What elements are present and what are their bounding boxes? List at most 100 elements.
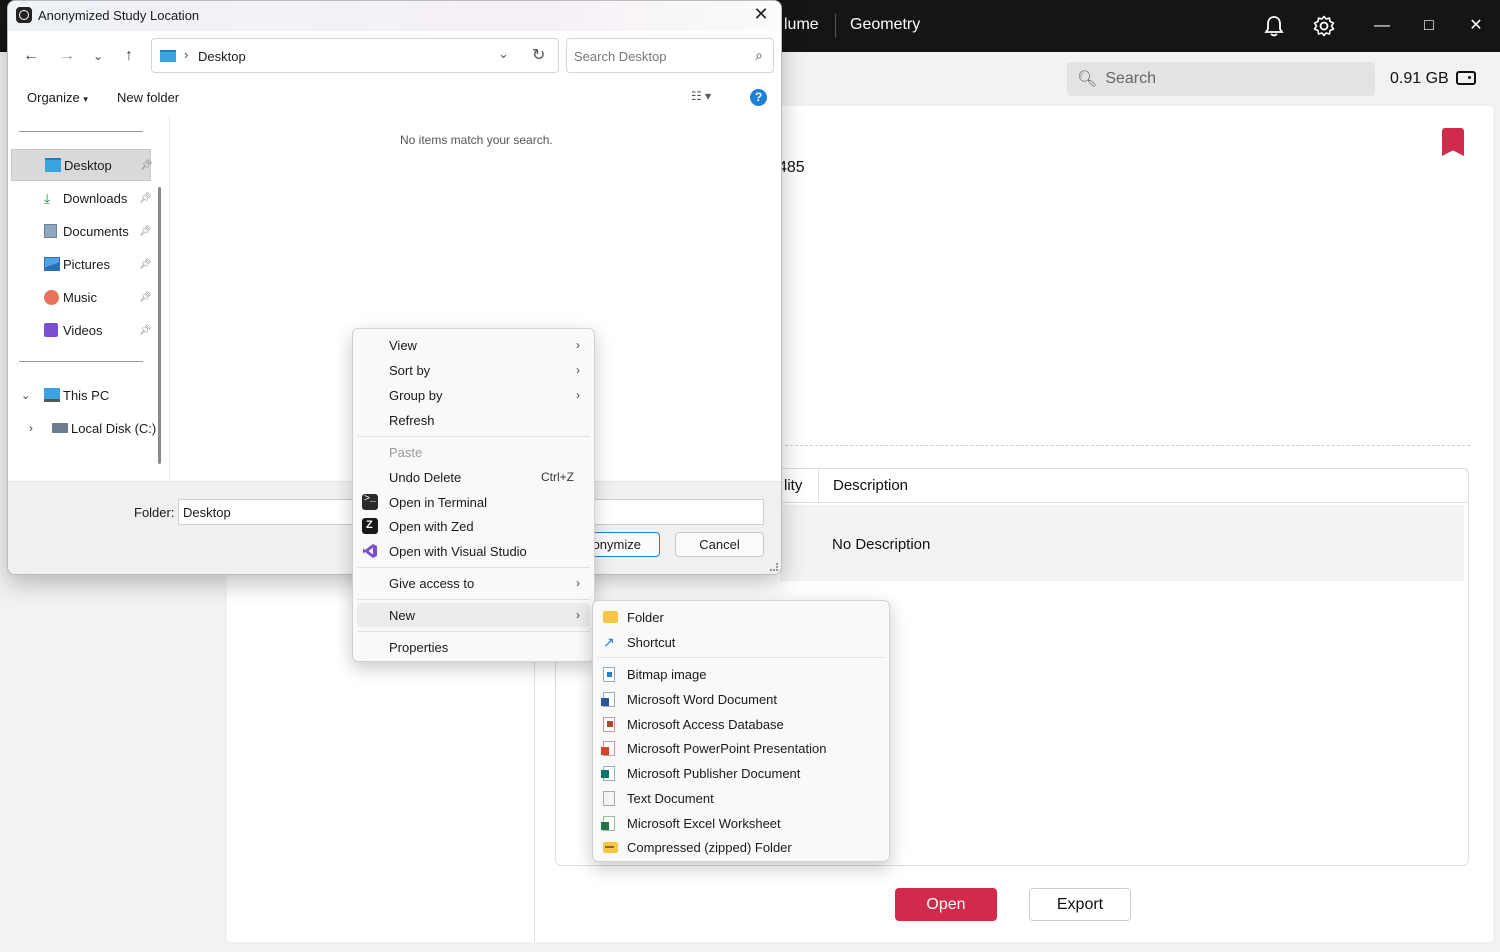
cancel-button[interactable]: Cancel — [675, 532, 764, 557]
excel-worksheet-icon — [601, 815, 615, 831]
submenu-arrow-icon: › — [576, 576, 580, 590]
expand-chevron-icon[interactable]: ⌄ — [21, 389, 30, 402]
export-button[interactable]: Export — [1029, 888, 1131, 921]
shortcut-arrow-icon: ↗ — [603, 633, 615, 650]
new-item-word[interactable]: Microsoft Word Document — [597, 687, 885, 711]
app-search-input[interactable]: 🔍︎ Search — [1067, 62, 1375, 96]
submenu-arrow-icon: › — [576, 363, 580, 377]
new-item-folder[interactable]: Folder — [597, 605, 885, 629]
gear-icon[interactable] — [1311, 13, 1337, 39]
organize-menu[interactable]: Organize ▾ — [27, 90, 88, 105]
menu-item-open-terminal[interactable]: >_ Open in Terminal — [357, 490, 590, 514]
search-desktop-input[interactable]: Search Desktop ⌕ — [566, 38, 774, 73]
view-options-icon[interactable]: ☷ ▾ — [691, 89, 711, 103]
nav-item-documents[interactable]: Documents 📌︎ — [11, 215, 152, 247]
column-header-description[interactable]: Description — [833, 477, 908, 494]
nav-item-downloads[interactable]: ⤓ Downloads 📌︎ — [11, 182, 152, 214]
nav-divider — [19, 361, 143, 362]
chevron-down-icon: ▾ — [83, 94, 88, 104]
forward-arrow-icon[interactable]: → — [56, 45, 78, 67]
menu-item-sort-by[interactable]: Sort by › — [357, 358, 590, 382]
new-item-bitmap[interactable]: Bitmap image — [597, 662, 885, 686]
pin-icon[interactable]: 📌︎ — [139, 325, 152, 336]
nav-item-this-pc[interactable]: ⌄ This PC — [11, 379, 151, 411]
menu-item-open-visual-studio[interactable]: Open with Visual Studio — [357, 539, 590, 563]
folder-icon — [603, 611, 618, 623]
menu-separator — [357, 599, 590, 600]
bell-icon[interactable] — [1261, 13, 1287, 39]
new-item-excel[interactable]: Microsoft Excel Worksheet — [597, 811, 885, 835]
recent-chevron-icon[interactable]: ⌄ — [87, 45, 109, 67]
menu-item-paste[interactable]: Paste — [357, 440, 590, 464]
videos-icon — [44, 323, 58, 337]
new-item-text[interactable]: Text Document — [597, 786, 885, 810]
drive-icon[interactable] — [1456, 71, 1476, 85]
nav-item-videos[interactable]: Videos 📌︎ — [11, 314, 152, 346]
column-header-modality[interactable]: lity — [784, 477, 802, 494]
nav-label: Local Disk (C:) — [71, 420, 157, 436]
menu-item-open-zed[interactable]: Z Open with Zed — [357, 514, 590, 538]
address-bar[interactable]: › Desktop ⌄ ↻ — [151, 38, 559, 73]
collapse-chevron-icon[interactable]: › — [29, 421, 33, 435]
menu-label: Group by — [389, 387, 443, 403]
menu-label: Microsoft PowerPoint Presentation — [627, 740, 827, 756]
music-icon — [44, 289, 59, 305]
maximize-icon[interactable]: □ — [1417, 14, 1441, 38]
open-button[interactable]: Open — [895, 888, 997, 921]
menu-item-new[interactable]: New › — [357, 603, 590, 627]
menu-label: Microsoft Excel Worksheet — [627, 815, 781, 831]
menu-label: Compressed (zipped) Folder — [627, 839, 792, 855]
pin-icon[interactable]: 📌︎ — [139, 292, 152, 303]
visual-studio-icon — [362, 543, 378, 559]
menu-label: Microsoft Access Database — [627, 716, 784, 732]
zip-folder-icon — [603, 842, 618, 853]
new-item-shortcut[interactable]: ↗ Shortcut — [597, 630, 885, 654]
menu-item-refresh[interactable]: Refresh — [357, 408, 590, 432]
close-icon[interactable]: ✕ — [1464, 14, 1488, 38]
address-dropdown-icon[interactable]: ⌄ — [498, 46, 509, 62]
nav-item-pictures[interactable]: Pictures 📌︎ — [11, 248, 152, 280]
new-item-zip[interactable]: Compressed (zipped) Folder — [597, 835, 885, 859]
anonymize-label: onymize — [592, 537, 641, 552]
menu-label: Shortcut — [627, 634, 676, 650]
tab-volume[interactable]: lume — [784, 16, 819, 34]
desktop-folder-icon — [160, 50, 176, 62]
new-folder-button[interactable]: New folder — [117, 90, 179, 105]
downloads-icon: ⤓ — [44, 190, 51, 206]
publisher-icon — [601, 765, 615, 781]
refresh-icon[interactable]: ↻ — [532, 45, 545, 65]
nav-item-music[interactable]: Music 📌︎ — [11, 281, 152, 313]
pin-icon[interactable]: 📌︎ — [140, 160, 153, 171]
menu-label: Open with Visual Studio — [389, 543, 527, 559]
nav-item-local-disk[interactable]: › Local Disk (C:) — [11, 412, 161, 444]
tab-geometry[interactable]: Geometry — [850, 16, 920, 34]
nav-scrollbar[interactable] — [158, 187, 161, 464]
menu-label: New — [389, 607, 416, 623]
minimize-icon[interactable]: — — [1370, 14, 1394, 38]
menu-item-properties[interactable]: Properties — [357, 635, 590, 659]
up-arrow-icon[interactable]: ↑ — [118, 45, 140, 67]
menu-item-undo-delete[interactable]: Undo Delete Ctrl+Z — [357, 465, 590, 489]
menu-item-group-by[interactable]: Group by › — [357, 383, 590, 407]
shortcut-label: Ctrl+Z — [541, 470, 574, 484]
pin-icon[interactable]: 📌︎ — [139, 259, 152, 270]
new-item-powerpoint[interactable]: Microsoft PowerPoint Presentation — [597, 736, 885, 760]
menu-item-view[interactable]: View › — [357, 333, 590, 357]
menu-item-give-access[interactable]: Give access to › — [357, 571, 590, 595]
documents-icon — [44, 224, 57, 238]
search-icon[interactable]: ⌕ — [755, 47, 763, 64]
pin-icon[interactable]: 📌︎ — [139, 193, 152, 204]
nav-label: Pictures — [63, 256, 110, 272]
pin-icon[interactable]: 📌︎ — [139, 226, 152, 237]
menu-separator — [357, 567, 590, 568]
menu-label: Paste — [389, 444, 423, 460]
context-menu: View › Sort by › Group by › Refresh Past… — [352, 328, 595, 662]
help-icon[interactable]: ? — [750, 89, 767, 106]
dialog-close-icon[interactable]: ✕ — [751, 4, 771, 25]
resize-grip[interactable] — [770, 563, 778, 571]
new-item-access[interactable]: Microsoft Access Database — [597, 712, 885, 736]
nav-item-desktop[interactable]: Desktop 📌︎ — [11, 149, 153, 181]
empty-message: No items match your search. — [400, 133, 553, 147]
new-item-publisher[interactable]: Microsoft Publisher Document — [597, 761, 885, 785]
back-arrow-icon[interactable]: ← — [20, 45, 42, 67]
